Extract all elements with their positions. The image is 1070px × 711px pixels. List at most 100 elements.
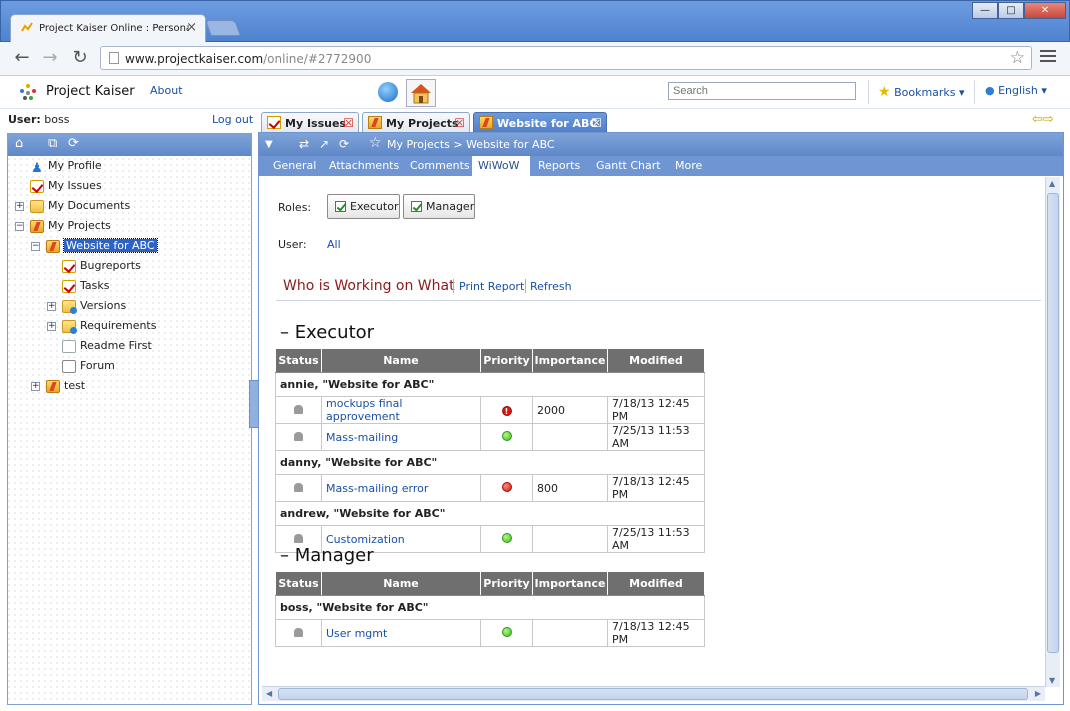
- close-tab-icon[interactable]: ☒: [454, 113, 465, 133]
- col-priority[interactable]: Priority: [480, 348, 533, 373]
- bell-icon: [294, 533, 303, 543]
- tab-wiwow[interactable]: WiWoW: [472, 156, 530, 176]
- home-button[interactable]: [406, 79, 436, 107]
- forward-icon[interactable]: →: [38, 47, 62, 69]
- swap-icon[interactable]: ⇄: [299, 137, 309, 151]
- issue-link[interactable]: User mgmt: [321, 619, 481, 647]
- tab-label: My Issues: [285, 117, 346, 130]
- col-status[interactable]: Status: [275, 348, 322, 373]
- minimize-button[interactable]: —: [972, 2, 998, 19]
- table-row[interactable]: Mass-mailing 7/25/13 11:53 AM: [275, 423, 705, 451]
- normal-priority-icon: [501, 626, 512, 637]
- expand-toggle[interactable]: +: [31, 382, 40, 391]
- tree-item-tasks[interactable]: Tasks: [62, 277, 109, 295]
- tab-general[interactable]: General: [267, 156, 322, 176]
- vertical-scrollbar[interactable]: ▲ ▼: [1045, 177, 1060, 687]
- issue-link[interactable]: Mass-mailing error: [321, 474, 481, 502]
- col-status[interactable]: Status: [275, 571, 322, 596]
- col-name[interactable]: Name: [321, 571, 481, 596]
- tree-item-requirements[interactable]: Requirements: [62, 317, 156, 335]
- table-row[interactable]: User mgmt 7/18/13 12:45 PM: [275, 619, 705, 647]
- table-row[interactable]: mockups final approvement ! 2000 7/18/13…: [275, 396, 705, 424]
- tree-item-my-profile[interactable]: ♟ My Profile: [30, 157, 102, 176]
- col-priority[interactable]: Priority: [480, 571, 533, 596]
- popout-icon[interactable]: ↗: [319, 137, 329, 151]
- tab-gantt-chart[interactable]: Gantt Chart: [590, 156, 667, 176]
- manager-toggle[interactable]: Manager: [403, 194, 475, 219]
- close-tab-icon[interactable]: ×: [186, 20, 197, 35]
- breadcrumb[interactable]: My Projects > Website for ABC: [387, 138, 555, 151]
- browser-menu-icon[interactable]: [1040, 50, 1056, 65]
- new-tab-button[interactable]: [205, 20, 241, 36]
- tab-attachments[interactable]: Attachments: [323, 156, 405, 176]
- high-priority-icon: [501, 481, 512, 492]
- address-bar[interactable]: www.projectkaiser.com/online/#2772900 ☆: [100, 46, 1032, 70]
- tree-item-my-issues[interactable]: My Issues: [30, 177, 102, 195]
- group-title: danny, "Website for ABC": [275, 450, 705, 475]
- col-importance[interactable]: Importance: [532, 571, 608, 596]
- scroll-up-icon[interactable]: ▲: [1049, 179, 1055, 188]
- close-window-button[interactable]: ✕: [1024, 2, 1066, 19]
- tab-website-for-abc[interactable]: Website for ABC ☒: [473, 112, 607, 133]
- tree-item-my-documents[interactable]: My Documents: [30, 197, 130, 215]
- tree-item-website-for-abc[interactable]: Website for ABC: [46, 237, 158, 255]
- user-filter-all[interactable]: All: [327, 238, 341, 251]
- bookmarks-menu[interactable]: ★ Bookmarks ▾: [878, 84, 965, 100]
- scroll-thumb[interactable]: [1047, 193, 1059, 653]
- tab-comments[interactable]: Comments: [404, 156, 476, 176]
- logout-link[interactable]: Log out: [212, 113, 253, 126]
- col-modified[interactable]: Modified: [607, 348, 705, 373]
- scroll-left-icon[interactable]: ◀: [266, 689, 272, 698]
- tab-my-projects[interactable]: My Projects ☒: [362, 112, 470, 133]
- collapse-toggle[interactable]: −: [15, 222, 24, 231]
- tree-item-bugreports[interactable]: Bugreports: [62, 257, 141, 275]
- back-icon[interactable]: ←: [10, 47, 34, 69]
- scroll-thumb[interactable]: [278, 688, 1028, 700]
- col-name[interactable]: Name: [321, 348, 481, 373]
- tree-item-my-projects[interactable]: My Projects: [30, 217, 111, 235]
- close-tab-icon[interactable]: ☒: [591, 113, 602, 133]
- executor-toggle[interactable]: Executor: [327, 194, 400, 219]
- tab-scroll-arrows[interactable]: ⇦⇨: [1032, 112, 1054, 127]
- search-input[interactable]: [668, 82, 856, 100]
- tree-item-versions[interactable]: Versions: [62, 297, 126, 315]
- manager-heading: – Manager: [280, 545, 374, 566]
- bookmark-star-icon[interactable]: ☆: [1010, 48, 1025, 68]
- refresh-icon[interactable]: ⟳: [339, 137, 349, 151]
- about-link[interactable]: About: [150, 84, 183, 97]
- scroll-right-icon[interactable]: ▶: [1035, 689, 1041, 698]
- tree-item-test[interactable]: test: [46, 377, 85, 395]
- horizontal-scrollbar[interactable]: ◀ ▶: [262, 686, 1045, 701]
- expand-toggle[interactable]: +: [47, 302, 56, 311]
- scroll-down-icon[interactable]: ▼: [1049, 676, 1055, 685]
- maximize-button[interactable]: □: [998, 2, 1024, 19]
- close-tab-icon[interactable]: ☒: [343, 113, 354, 133]
- tab-more[interactable]: More: [669, 156, 708, 176]
- refresh-icon[interactable]: ⟳: [68, 136, 79, 151]
- issue-link[interactable]: mockups final approvement: [321, 396, 481, 424]
- language-menu[interactable]: ● English ▾: [985, 84, 1047, 97]
- browser-tab[interactable]: Project Kaiser Online : Persona ×: [10, 14, 206, 42]
- collapse-toggle[interactable]: −: [31, 242, 40, 251]
- refresh-link[interactable]: Refresh: [530, 280, 572, 293]
- table-row[interactable]: Mass-mailing error 800 7/18/13 12:45 PM: [275, 474, 705, 502]
- tab-reports[interactable]: Reports: [532, 156, 586, 176]
- language-label: English ▾: [998, 84, 1047, 97]
- tree-home-icon[interactable]: ⌂: [15, 136, 23, 151]
- copy-icon[interactable]: ⧉: [48, 136, 57, 151]
- status-cell: [275, 619, 322, 647]
- tree-item-readme-first[interactable]: Readme First: [62, 337, 152, 355]
- col-modified[interactable]: Modified: [607, 571, 705, 596]
- favorite-star-icon[interactable]: ☆: [369, 135, 382, 151]
- tab-my-issues[interactable]: My Issues ☒: [261, 112, 359, 133]
- dropdown-icon[interactable]: ▼: [265, 139, 273, 150]
- globe-icon[interactable]: [378, 82, 398, 102]
- issue-link[interactable]: Mass-mailing: [321, 423, 481, 451]
- expand-toggle[interactable]: +: [15, 202, 24, 211]
- col-importance[interactable]: Importance: [532, 348, 608, 373]
- print-report-link[interactable]: Print Report: [459, 280, 524, 293]
- expand-toggle[interactable]: +: [47, 322, 56, 331]
- reload-icon[interactable]: ↻: [68, 47, 92, 69]
- tree-label: Website for ABC: [63, 238, 158, 253]
- tree-item-forum[interactable]: Forum: [62, 357, 115, 375]
